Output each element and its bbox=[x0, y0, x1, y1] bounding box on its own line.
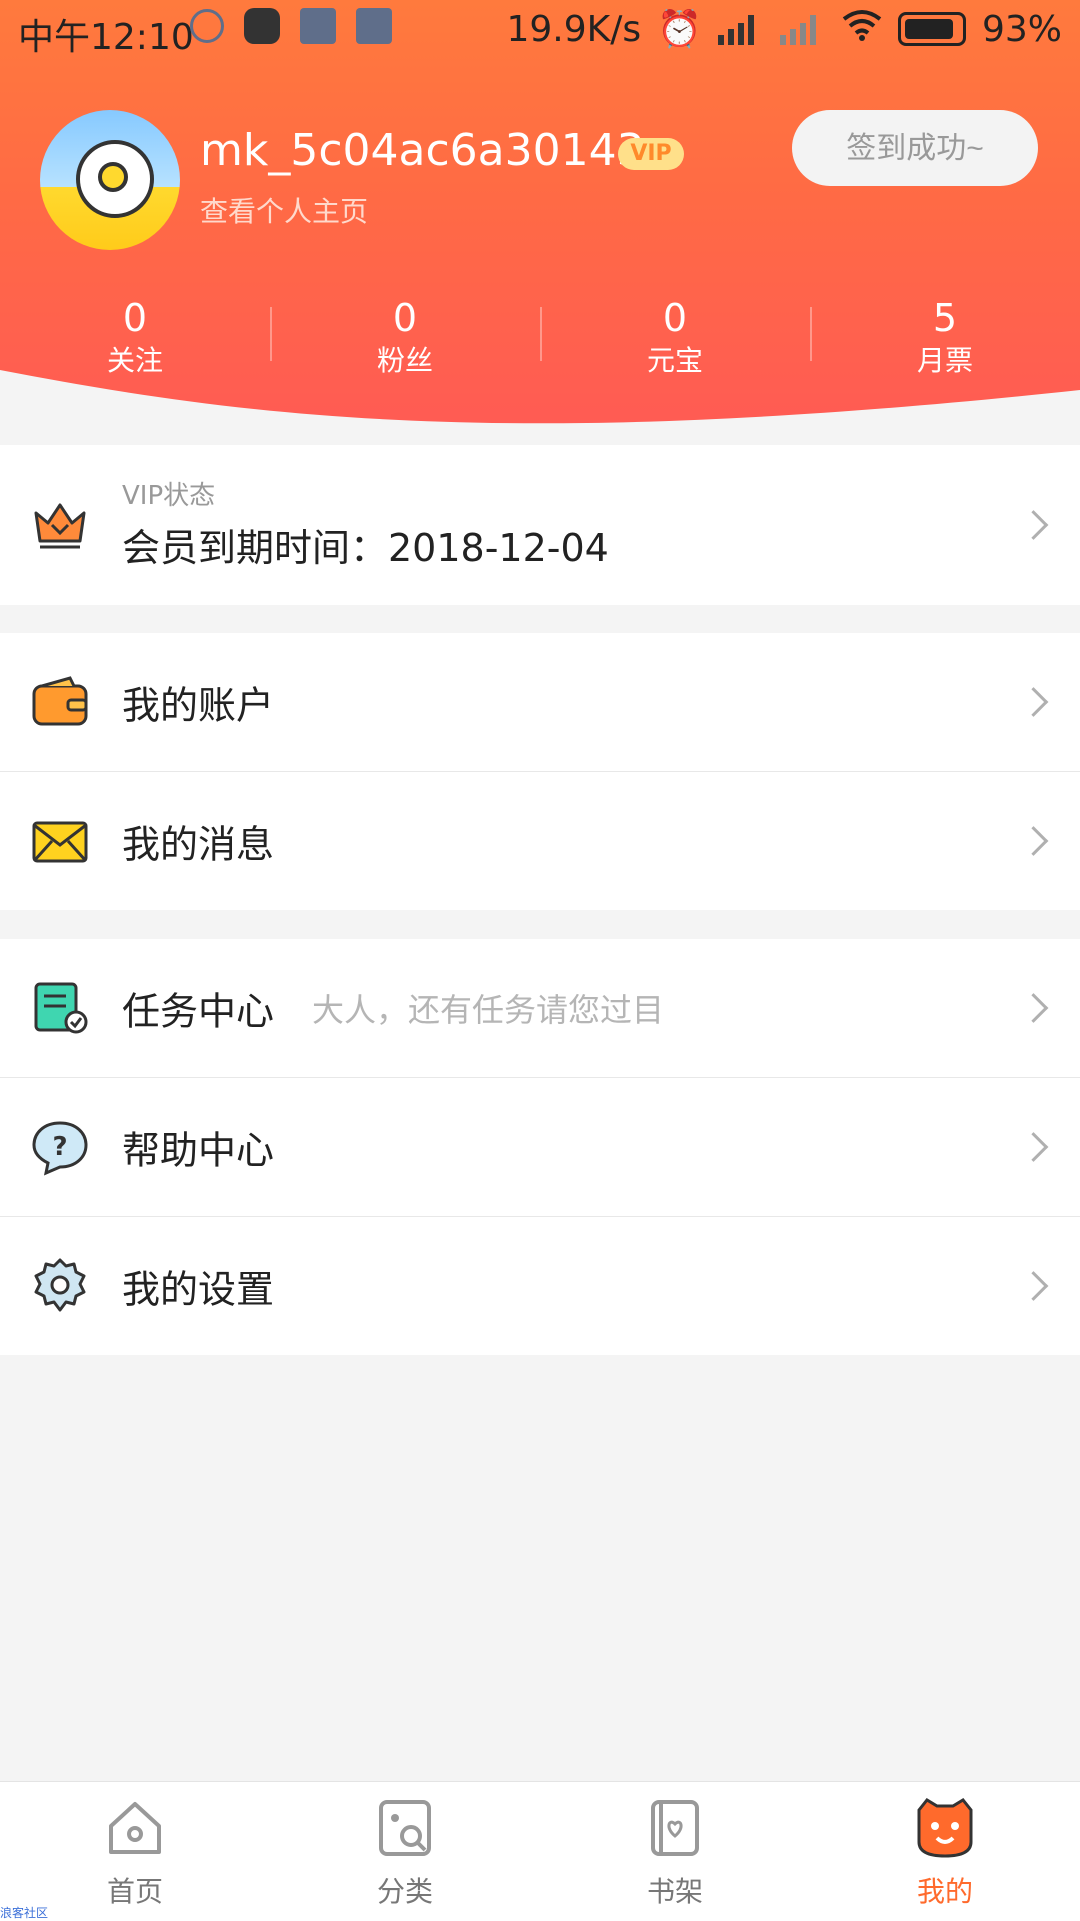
image-icon bbox=[300, 8, 336, 44]
nav-label: 书架 bbox=[646, 1875, 703, 1908]
wallet-icon bbox=[32, 676, 88, 726]
envelope-icon bbox=[32, 821, 88, 863]
battery-percent: 93% bbox=[981, 8, 1062, 50]
stat-value: 0 bbox=[662, 296, 688, 340]
qq-icon bbox=[190, 9, 224, 43]
watermark: 浪客社区 bbox=[0, 1906, 49, 1920]
menu-label: 我的消息 bbox=[122, 822, 275, 867]
net-speed: 19.9K/s bbox=[506, 8, 642, 50]
status-time: 中午12:10 bbox=[18, 17, 194, 58]
account-section: 我的账户 我的消息 bbox=[0, 633, 1080, 910]
stat-label: 粉丝 bbox=[376, 344, 433, 377]
nav-category[interactable]: 分类 bbox=[270, 1782, 540, 1921]
chevron-right-icon bbox=[1018, 826, 1049, 856]
gamepad-icon bbox=[244, 8, 280, 44]
nav-label: 分类 bbox=[376, 1875, 433, 1908]
crown-icon bbox=[34, 503, 86, 549]
signin-button[interactable]: 签到成功~ bbox=[792, 110, 1038, 186]
me-icon bbox=[917, 1798, 973, 1858]
wifi-icon bbox=[842, 9, 882, 50]
status-bar: 中午12:10 19.9K/s ⏰ 93% bbox=[0, 0, 1080, 58]
vip-section: VIP状态 会员到期时间：2018-12-04 bbox=[0, 445, 1080, 605]
avatar[interactable] bbox=[40, 110, 180, 250]
menu-item-account[interactable]: 我的账户 bbox=[0, 633, 1080, 772]
stat-monthly-tickets[interactable]: 5 月票 bbox=[810, 295, 1080, 385]
chevron-right-icon bbox=[1018, 1132, 1049, 1162]
menu-label: 任务中心 bbox=[122, 989, 275, 1034]
battery-icon bbox=[897, 12, 966, 46]
home-icon bbox=[109, 1802, 161, 1854]
bookshelf-icon bbox=[651, 1800, 699, 1856]
menu-item-messages[interactable]: 我的消息 bbox=[0, 772, 1080, 910]
stat-label: 关注 bbox=[106, 344, 163, 377]
chevron-right-icon bbox=[1018, 993, 1049, 1023]
nav-label: 我的 bbox=[916, 1875, 973, 1908]
profile-header: 中午12:10 19.9K/s ⏰ 93% mk_5c04ac6a30143 V… bbox=[0, 0, 1080, 445]
menu-item-help[interactable]: ? 帮助中心 bbox=[0, 1078, 1080, 1217]
menu-label: 帮助中心 bbox=[122, 1128, 275, 1173]
svg-text:?: ? bbox=[52, 1132, 67, 1162]
menu-item-settings[interactable]: 我的设置 bbox=[0, 1217, 1080, 1355]
chevron-right-icon bbox=[1018, 510, 1049, 540]
stat-label: 月票 bbox=[916, 344, 973, 377]
signal-hd-icon bbox=[717, 13, 764, 45]
stat-value: 5 bbox=[932, 296, 958, 340]
misc-section: 任务中心 大人，还有任务请您过目 ? 帮助中心 我的设置 bbox=[0, 939, 1080, 1355]
username[interactable]: mk_5c04ac6a30143 bbox=[200, 125, 645, 176]
menu-item-tasks[interactable]: 任务中心 大人，还有任务请您过目 bbox=[0, 939, 1080, 1078]
help-icon: ? bbox=[32, 1121, 88, 1176]
signal-icon bbox=[779, 13, 826, 45]
avatar-eye bbox=[98, 162, 128, 192]
status-right: 19.9K/s ⏰ 93% bbox=[506, 8, 1063, 51]
chevron-right-icon bbox=[1018, 1271, 1049, 1301]
task-list-icon bbox=[34, 982, 88, 1034]
gear-icon bbox=[34, 1258, 86, 1312]
menu-label: 我的账户 bbox=[122, 683, 275, 728]
nav-bookshelf[interactable]: 书架 bbox=[540, 1782, 810, 1921]
vip-status-title: VIP状态 bbox=[122, 481, 216, 511]
alarm-icon: ⏰ bbox=[657, 9, 702, 50]
stat-label: 元宝 bbox=[646, 344, 703, 377]
stat-following[interactable]: 0 关注 bbox=[0, 295, 270, 385]
chevron-right-icon bbox=[1018, 687, 1049, 717]
status-notification-icons bbox=[190, 8, 392, 44]
view-profile-link[interactable]: 查看个人主页 bbox=[200, 190, 368, 230]
nav-me[interactable]: 我的 bbox=[810, 1782, 1080, 1921]
image-icon bbox=[356, 8, 392, 44]
menu-hint: 大人，还有任务请您过目 bbox=[312, 991, 665, 1029]
menu-label: 我的设置 bbox=[122, 1267, 275, 1312]
category-icon bbox=[379, 1800, 431, 1856]
vip-badge: VIP bbox=[618, 138, 684, 170]
stat-value: 0 bbox=[122, 296, 148, 340]
stat-fans[interactable]: 0 粉丝 bbox=[270, 295, 540, 385]
nav-home[interactable]: 首页 bbox=[0, 1782, 270, 1921]
stat-value: 0 bbox=[392, 296, 418, 340]
bottom-nav: 首页 分类 书架 我的 bbox=[0, 1781, 1080, 1921]
vip-expiry: 会员到期时间：2018-12-04 bbox=[122, 526, 609, 570]
vip-status-row[interactable]: VIP状态 会员到期时间：2018-12-04 bbox=[0, 445, 1080, 605]
stat-ingots[interactable]: 0 元宝 bbox=[540, 295, 810, 385]
stats-bar: 0 关注 0 粉丝 0 元宝 5 月票 bbox=[0, 295, 1080, 385]
